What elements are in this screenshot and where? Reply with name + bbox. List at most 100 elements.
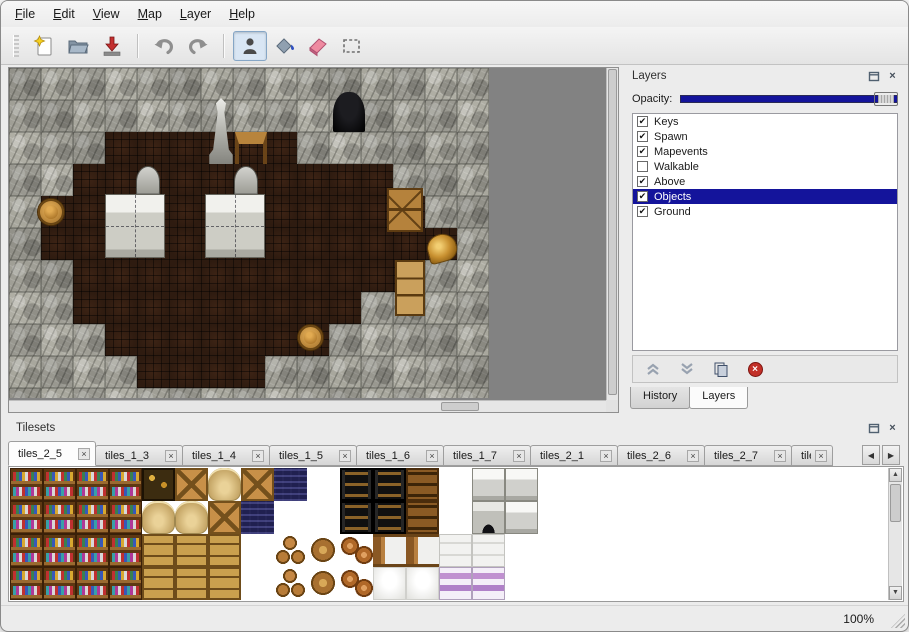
menu-layer[interactable]: Layer [180,7,211,21]
scroll-tabs-right-button[interactable]: ▶ [882,445,900,465]
tileset-tile[interactable] [43,501,76,534]
tileset-tile[interactable] [241,501,274,534]
tileset-tile[interactable] [439,501,472,534]
tab-close-icon[interactable]: × [165,450,177,462]
tileset-tile[interactable] [307,468,340,501]
map-vertical-scrollbar-thumb[interactable] [608,69,617,395]
tileset-tile[interactable] [208,534,241,567]
resize-grip-icon[interactable] [891,614,905,628]
new-file-button[interactable] [27,31,61,61]
undo-button[interactable] [147,31,181,61]
close-panel-icon[interactable]: × [885,69,900,83]
tileset-tile[interactable] [142,534,175,567]
tileset-tile[interactable] [307,567,340,600]
map-canvas[interactable] [9,68,489,398]
tileset-tile[interactable] [10,534,43,567]
tileset-tile[interactable] [439,534,472,567]
tileset-grid[interactable] [10,468,538,600]
map-vertical-scrollbar[interactable] [606,68,618,400]
tileset-tile[interactable] [307,501,340,534]
tileset-tile[interactable] [340,468,373,501]
tileset-tile[interactable] [109,468,142,501]
tileset-tile[interactable] [43,468,76,501]
layer-visibility-checkbox[interactable] [637,161,648,172]
layer-row-keys[interactable]: ✔Keys [633,114,897,129]
opacity-slider-handle[interactable] [874,92,898,106]
tileset-tile[interactable] [307,534,340,567]
tileset-tile[interactable] [505,501,538,534]
tileset-tab-tiles_2_7[interactable]: tiles_2_7× [704,445,792,466]
tab-close-icon[interactable]: × [339,450,351,462]
stamp-tool-button[interactable] [233,31,267,61]
tab-close-icon[interactable]: × [426,450,438,462]
opacity-slider-track[interactable] [680,95,898,103]
tab-layers[interactable]: Layers [689,387,748,409]
tileset-tile[interactable] [175,567,208,600]
map-viewport[interactable] [9,68,606,400]
tileset-tile[interactable] [109,501,142,534]
tileset-tile[interactable] [505,534,538,567]
tileset-tile[interactable] [439,468,472,501]
menu-view[interactable]: View [93,7,120,21]
tileset-tile[interactable] [274,501,307,534]
map-horizontal-scrollbar-thumb[interactable] [441,402,479,411]
tileset-tile[interactable] [208,567,241,600]
layer-row-spawn[interactable]: ✔Spawn [633,129,897,144]
tileset-tile[interactable] [505,468,538,501]
menu-edit[interactable]: Edit [53,7,75,21]
tileset-tile[interactable] [373,468,406,501]
open-file-button[interactable] [61,31,95,61]
tileset-tab-tiles_1_3[interactable]: tiles_1_3× [95,445,183,466]
scroll-down-button[interactable]: ▼ [889,586,902,600]
float-panel-icon[interactable] [866,421,881,435]
tileset-tile[interactable] [175,501,208,534]
tab-close-icon[interactable]: × [687,450,699,462]
tileset-tile[interactable] [373,501,406,534]
map-horizontal-scrollbar[interactable] [9,400,606,412]
layer-row-ground[interactable]: ✔Ground [633,204,897,219]
tileset-tile[interactable] [373,534,406,567]
tileset-tile[interactable] [505,567,538,600]
tileset-tile[interactable] [175,534,208,567]
tileset-tile[interactable] [406,501,439,534]
tileset-tile[interactable] [142,501,175,534]
tileset-tile[interactable] [274,534,307,567]
tileset-tab-tiles_1_6[interactable]: tiles_1_6× [356,445,444,466]
tileset-tile[interactable] [10,567,43,600]
tileset-tile[interactable] [109,567,142,600]
tileset-tab-tiles_1_5[interactable]: tiles_1_5× [269,445,357,466]
fill-tool-button[interactable] [267,31,301,61]
tab-close-icon[interactable]: × [78,448,90,460]
tileset-tile[interactable] [43,534,76,567]
tileset-scrollbar[interactable]: ▲ ▼ [888,468,902,600]
tileset-tab-tiles_2_1[interactable]: tiles_2_1× [530,445,618,466]
tileset-tile[interactable] [43,567,76,600]
tileset-tile[interactable] [340,501,373,534]
layer-row-above[interactable]: ✔Above [633,174,897,189]
tileset-tile[interactable] [142,468,175,501]
tileset-tile[interactable] [406,567,439,600]
menu-help[interactable]: Help [229,7,255,21]
tileset-tab-tiles_2_6[interactable]: tiles_2_6× [617,445,705,466]
tileset-tile[interactable] [76,468,109,501]
scroll-up-button[interactable]: ▲ [889,468,902,482]
tileset-tile[interactable] [340,567,373,600]
tileset-tile[interactable] [109,534,142,567]
tileset-scrollbar-thumb[interactable] [890,484,901,522]
tileset-tile[interactable] [274,567,307,600]
move-layer-up-button[interactable] [641,359,665,379]
layer-visibility-checkbox[interactable]: ✔ [637,191,648,202]
tileset-tile[interactable] [340,534,373,567]
tileset-tile[interactable] [472,501,505,534]
tileset-tile[interactable] [175,468,208,501]
layer-visibility-checkbox[interactable]: ✔ [637,176,648,187]
layer-row-objects[interactable]: ✔Objects [633,189,897,204]
tab-close-icon[interactable]: × [815,450,827,462]
menu-map[interactable]: Map [138,7,162,21]
delete-layer-button[interactable]: × [743,359,767,379]
tab-close-icon[interactable]: × [774,450,786,462]
eraser-tool-button[interactable] [301,31,335,61]
tileset-tile[interactable] [208,501,241,534]
tab-history[interactable]: History [630,387,690,409]
menu-file[interactable]: File [15,7,35,21]
